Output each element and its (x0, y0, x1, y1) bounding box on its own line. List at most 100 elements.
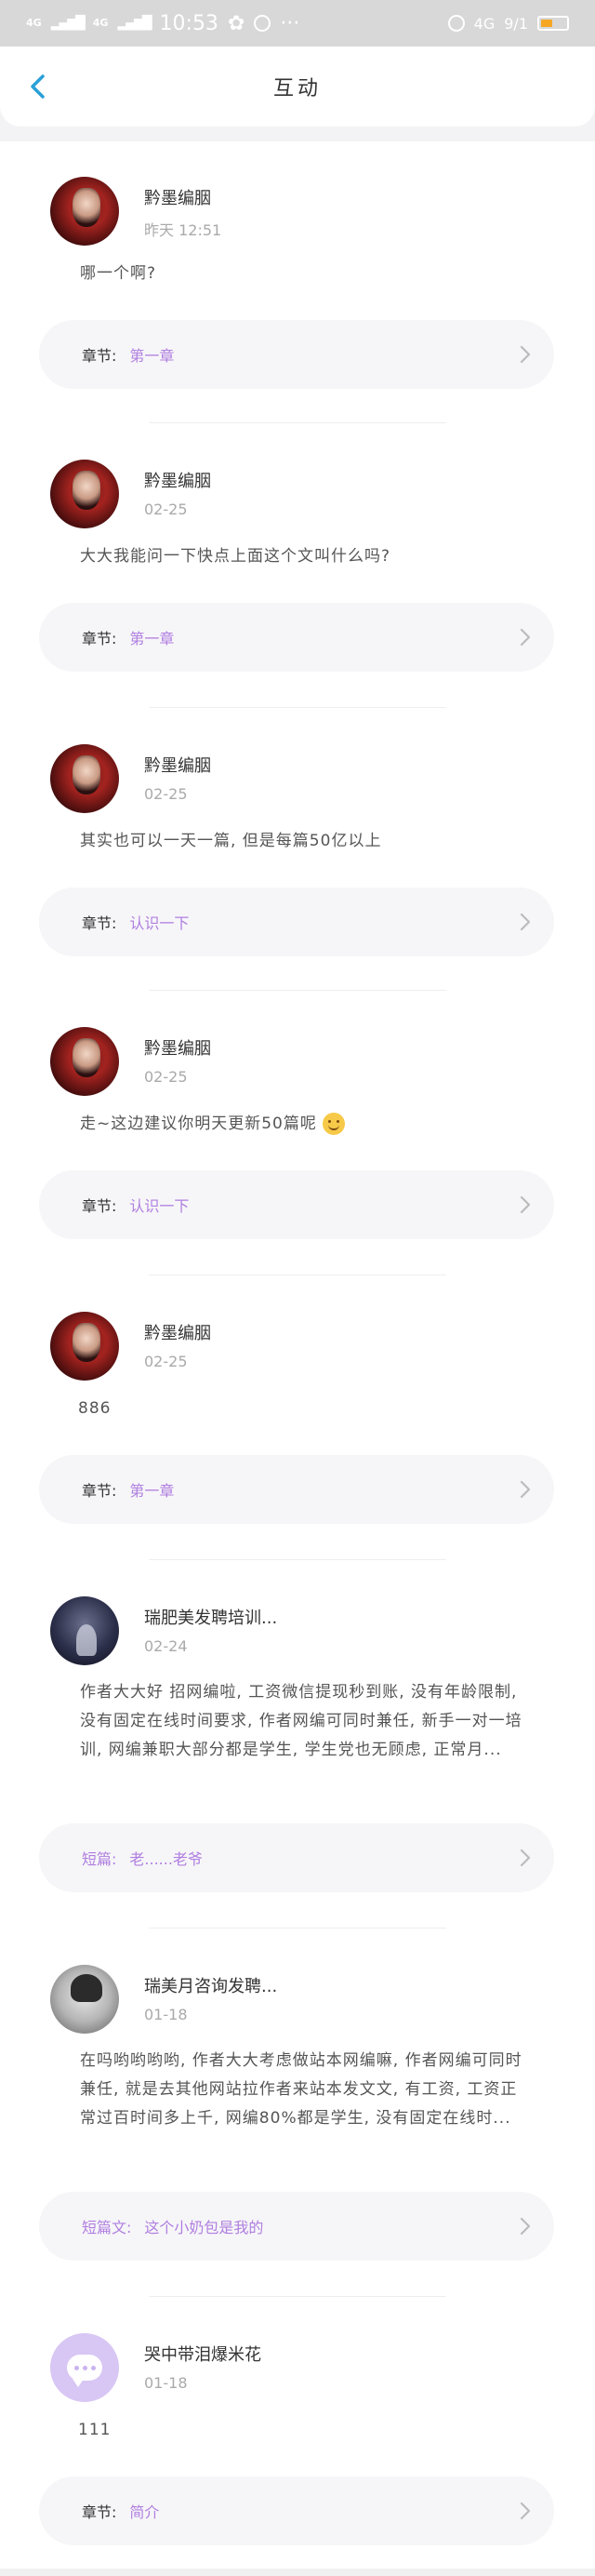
list-item[interactable]: 黔墨编胭 02-25 886 章节: 第一章 (0, 1276, 595, 1561)
list-item[interactable]: 黔墨编胭 昨天 12:51 哪一个啊? 章节: 第一章 (0, 141, 595, 424)
chevron-right-icon (520, 1195, 531, 1214)
user-name: 瑞肥美发聘培训... (144, 1608, 278, 1628)
divider (149, 422, 446, 423)
chapter-value: 老......老爷 (129, 1850, 203, 1868)
comment-date: 02-25 (144, 785, 188, 803)
battery-icon (537, 16, 569, 31)
comment-content: 走~这边建议你明天更新50篇呢 (80, 1110, 524, 1139)
chapter-link[interactable]: 章节: 第一章 (39, 1455, 554, 1524)
chapter-link[interactable]: 短篇文: 这个小奶包是我的 (39, 2192, 554, 2261)
chevron-right-icon (520, 1849, 531, 1867)
signal-bars-icon: ▂▄▆█ (50, 16, 86, 31)
chat-bubble-icon (67, 2355, 102, 2387)
avatar[interactable] (50, 2333, 119, 2402)
avatar[interactable] (50, 1312, 119, 1381)
avatar[interactable] (50, 1027, 119, 1096)
chapter-link[interactable]: 章节: 简介 (39, 2476, 554, 2545)
avatar[interactable] (50, 177, 119, 246)
smile-emoji-icon (323, 1113, 346, 1135)
battery-text: 9/1 (504, 14, 528, 33)
chevron-right-icon (520, 913, 531, 931)
chapter-label: 短篇: (82, 1850, 117, 1868)
list-item[interactable]: 黔墨编胭 02-25 走~这边建议你明天更新50篇呢 章节: 认识一下 (0, 992, 595, 1276)
chapter-label: 章节: (82, 347, 117, 365)
user-name: 哭中带泪爆米花 (144, 2345, 261, 2365)
chevron-right-icon (520, 345, 531, 364)
app-notification-icon: ✿ (227, 11, 245, 35)
comment-date: 02-25 (144, 1353, 188, 1370)
chevron-right-icon (520, 2217, 531, 2236)
chapter-value: 第一章 (129, 1482, 175, 1500)
chapter-value: 认识一下 (129, 914, 190, 932)
comment-content: 作者大大好 招网编啦, 工资微信提现秒到账, 没有年龄限制, 没有固定在线时间要… (80, 1683, 522, 1759)
signal-bars-2-icon: ▂▄▆█ (117, 16, 152, 31)
signal-label: 4G (26, 17, 42, 29)
avatar[interactable] (50, 1596, 119, 1665)
more-icon: ··· (280, 11, 300, 35)
divider (149, 2296, 446, 2297)
chapter-label: 短篇文: (82, 2219, 132, 2236)
chapter-label: 章节: (82, 630, 117, 647)
divider (149, 1559, 446, 1560)
bottom-edge (0, 2569, 595, 2576)
comment-date: 昨天 12:51 (144, 221, 222, 239)
chapter-value: 第一章 (129, 347, 175, 365)
chapter-link[interactable]: 章节: 第一章 (39, 603, 554, 672)
status-bar: 4G ▂▄▆█ 4G ▂▄▆█ 10:53 ✿ ··· 4G 9/1 (0, 0, 595, 47)
chevron-right-icon (520, 1480, 531, 1499)
status-time: 10:53 (159, 11, 218, 35)
comment-date: 02-25 (144, 1068, 188, 1086)
chevron-right-icon (520, 628, 531, 647)
list-item[interactable]: 哭中带泪爆米花 01-18 111 章节: 简介 (0, 2298, 595, 2576)
user-name: 黔墨编胭 (144, 1039, 211, 1059)
chapter-label: 章节: (82, 1197, 117, 1215)
chapter-value: 简介 (129, 2503, 160, 2521)
divider (149, 707, 446, 708)
comment-content: 在吗哟哟哟哟, 作者大大考虑做站本网编嘛, 作者网编可同时兼任, 就是去其他网站… (80, 2051, 522, 2128)
chevron-right-icon (520, 2502, 531, 2520)
list-item[interactable]: 瑞美月咨询发聘... 01-18 在吗哟哟哟哟, 作者大大考虑做站本网编嘛, 作… (0, 1929, 595, 2298)
chapter-link[interactable]: 章节: 第一章 (39, 320, 554, 389)
page-title: 互动 (272, 77, 322, 100)
alarm-icon (447, 15, 465, 32)
signal2-label: 4G (92, 17, 109, 29)
chapter-label: 章节: (82, 914, 117, 932)
chapter-link[interactable]: 短篇: 老......老爷 (39, 1823, 554, 1892)
comment-date: 01-18 (144, 2006, 188, 2023)
comment-date: 01-18 (144, 2374, 188, 2392)
back-button[interactable] (20, 69, 56, 104)
user-name: 黔墨编胭 (144, 1324, 211, 1343)
notification-icon (254, 15, 271, 32)
chapter-value: 这个小奶包是我的 (144, 2219, 264, 2236)
chevron-left-icon (31, 74, 45, 99)
comment-content: 哪一个啊? (80, 264, 157, 283)
divider (149, 990, 446, 991)
user-name: 瑞美月咨询发聘... (144, 1977, 278, 1996)
avatar[interactable] (50, 460, 119, 528)
comment-date: 02-25 (144, 501, 188, 518)
comment-date: 02-24 (144, 1637, 188, 1655)
chapter-label: 章节: (82, 2503, 117, 2521)
comment-content: 886 (78, 1399, 112, 1418)
comment-content: 其实也可以一天一篇, 但是每篇50亿以上 (80, 832, 382, 850)
user-name: 黔墨编胭 (144, 189, 211, 208)
comment-content: 大大我能问一下快点上面这个文叫什么吗? (80, 547, 391, 566)
comment-text: 走~这边建议你明天更新50篇呢 (80, 1114, 317, 1133)
network-label: 4G (473, 14, 496, 33)
chapter-value: 第一章 (129, 630, 175, 647)
chapter-link[interactable]: 章节: 认识一下 (39, 1170, 554, 1239)
chapter-value: 认识一下 (129, 1197, 190, 1215)
list-item[interactable]: 瑞肥美发聘培训... 02-24 作者大大好 招网编啦, 工资微信提现秒到账, … (0, 1561, 595, 1929)
comment-content: 111 (78, 2421, 112, 2439)
chapter-link[interactable]: 章节: 认识一下 (39, 888, 554, 956)
list-item[interactable]: 黔墨编胭 02-25 大大我能问一下快点上面这个文叫什么吗? 章节: 第一章 (0, 424, 595, 709)
divider (149, 1928, 446, 1929)
avatar[interactable] (50, 1965, 119, 2034)
interaction-list: 黔墨编胭 昨天 12:51 哪一个啊? 章节: 第一章 黔墨编胭 02-25 大… (0, 141, 595, 2576)
user-name: 黔墨编胭 (144, 756, 211, 776)
chapter-label: 章节: (82, 1482, 117, 1500)
page-header: 互动 (0, 47, 595, 127)
avatar[interactable] (50, 744, 119, 813)
user-name: 黔墨编胭 (144, 472, 211, 491)
list-item[interactable]: 黔墨编胭 02-25 其实也可以一天一篇, 但是每篇50亿以上 章节: 认识一下 (0, 709, 595, 992)
